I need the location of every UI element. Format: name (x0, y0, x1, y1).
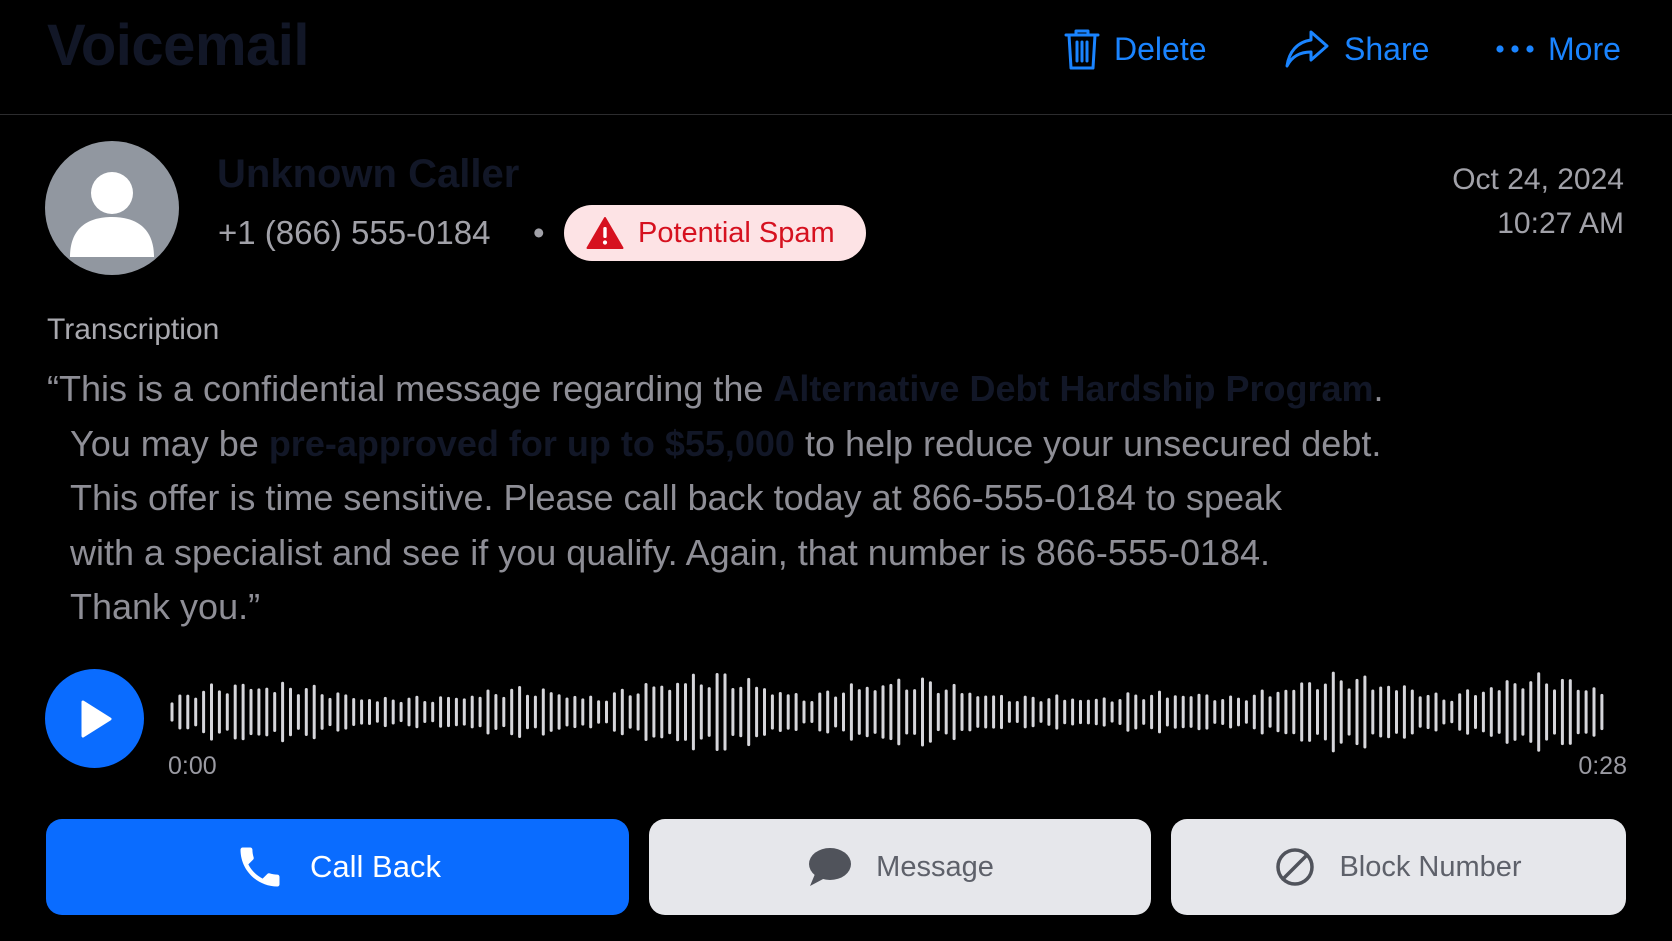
transcript-line: Thank you.” (70, 586, 261, 627)
block-icon (1275, 847, 1315, 887)
header-bar: Voicemail Delete Share More (0, 0, 1672, 115)
transcription-label: Transcription (47, 313, 220, 346)
transcription-text: “This is a confidential message regardin… (47, 362, 1647, 635)
separator-dot: • (533, 214, 545, 251)
audio-waveform[interactable] (168, 664, 1613, 760)
transcript-highlight: pre-approved for up to $55,000 (268, 422, 795, 464)
block-number-button[interactable]: Block Number (1171, 819, 1626, 915)
message-label: Message (876, 850, 994, 883)
warning-triangle-icon (586, 216, 624, 250)
voicemail-date: Oct 24, 2024 (1452, 163, 1624, 196)
block-number-label: Block Number (1339, 850, 1522, 883)
chat-bubble-icon (806, 846, 852, 888)
spam-badge-label: Potential Spam (638, 216, 835, 249)
delete-button[interactable]: Delete (1064, 22, 1207, 76)
current-time: 0:00 (168, 752, 217, 780)
transcript-text: . (1373, 368, 1384, 409)
ellipsis-icon (1496, 44, 1534, 54)
voicemail-time: 10:27 AM (1497, 207, 1624, 240)
trash-icon (1064, 27, 1100, 71)
caller-number: +1 (866) 555-0184 (218, 214, 491, 251)
play-icon (81, 700, 111, 737)
share-label: Share (1344, 30, 1430, 67)
spam-badge: Potential Spam (564, 205, 866, 261)
duration: 0:28 (1578, 752, 1627, 780)
transcript-line: with a specialist and see if you qualify… (70, 531, 1271, 573)
more-label: More (1548, 30, 1621, 67)
transcript-highlight: Alternative Debt Hardship Program (773, 368, 1374, 409)
delete-label: Delete (1114, 30, 1207, 67)
play-button[interactable] (45, 669, 144, 768)
transcript-text: to help reduce your unsecured debt. (794, 422, 1382, 464)
call-back-button[interactable]: Call Back (46, 819, 629, 915)
transcript-line: You may be pre-approved for up to $55,00… (47, 417, 1647, 472)
more-button[interactable]: More (1496, 22, 1621, 76)
transcript-line: “This is a confidential message regardin… (47, 362, 1647, 417)
share-button[interactable]: Share (1284, 22, 1429, 76)
call-back-label: Call Back (310, 849, 441, 884)
transcript-text: “This is a confidential message regardin… (47, 368, 774, 409)
voicemail-screen: Voicemail Delete Share More Unknown Call… (0, 0, 1672, 941)
share-arrow-icon (1284, 29, 1330, 69)
avatar (45, 141, 179, 275)
transcript-line: This offer is time sensitive. Please cal… (70, 477, 1282, 518)
transcript-text: You may be (70, 422, 269, 464)
phone-icon (234, 841, 286, 893)
page-title: Voicemail (47, 13, 310, 78)
caller-name: Unknown Caller (217, 152, 520, 196)
person-avatar-icon (70, 172, 154, 257)
message-button[interactable]: Message (649, 819, 1151, 915)
date-time: Oct 24, 2024 10:27 AM (1452, 158, 1624, 246)
